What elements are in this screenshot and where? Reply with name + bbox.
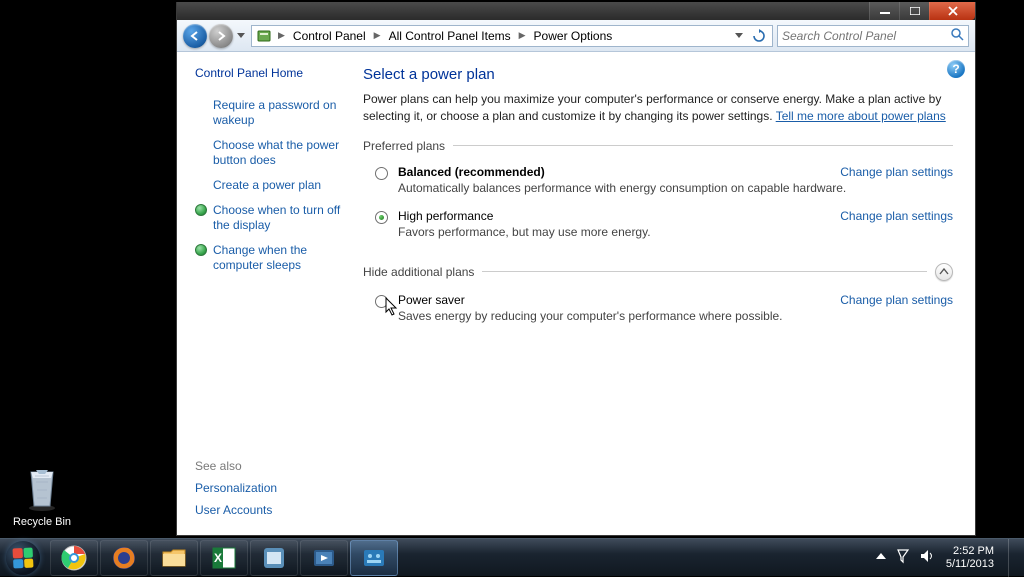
clock-time: 2:52 PM [946,545,994,558]
plan-high-performance: High performance Change plan settings Fa… [363,205,953,249]
show-desktop-button[interactable] [1008,539,1020,577]
sidebar-link-create-plan[interactable]: Create a power plan [195,178,345,193]
address-dropdown[interactable] [730,27,748,45]
volume-icon[interactable] [920,549,936,566]
plan-power-saver: Power saver Change plan settings Saves e… [363,289,953,333]
shield-icon [195,204,207,216]
taskbar-chrome[interactable] [50,540,98,576]
breadcrumb-all-items[interactable]: All Control Panel Items [387,29,513,43]
taskbar: X 2:52 PM 5/11/2013 [0,538,1024,576]
main-panel: ? Select a power plan Power plans can he… [353,52,975,535]
taskbar-media-player[interactable] [300,540,348,576]
additional-plans-header: Hide additional plans [363,263,953,281]
control-panel-window: ▶ Control Panel ▶ All Control Panel Item… [176,2,976,536]
maximize-button[interactable] [899,2,929,20]
windows-logo-icon [12,547,33,568]
plan-high-performance-desc: Favors performance, but may use more ene… [398,225,953,239]
see-also-personalization[interactable]: Personalization [195,481,345,495]
tray-overflow-button[interactable] [876,552,886,564]
intro-text: Power plans can help you maximize your c… [363,91,953,125]
start-button[interactable] [0,539,46,577]
shield-icon [195,244,207,256]
sidebar-link-computer-sleeps[interactable]: Change when the computer sleeps [195,243,345,273]
preferred-plans-header: Preferred plans [363,139,953,153]
app-icon [260,544,288,572]
plan-balanced-desc: Automatically balances performance with … [398,181,953,195]
plan-power-saver-radio[interactable] [375,295,388,308]
nav-history-dropdown[interactable] [235,24,247,48]
system-tray: 2:52 PM 5/11/2013 [876,539,1024,577]
folder-icon [160,544,188,572]
chrome-icon [60,544,88,572]
clock[interactable]: 2:52 PM 5/11/2013 [946,545,998,570]
sidebar-link-power-button[interactable]: Choose what the power button does [195,138,345,168]
recycle-bin-icon[interactable]: Recycle Bin [12,462,72,528]
navbar: ▶ Control Panel ▶ All Control Panel Item… [177,20,975,52]
titlebar[interactable] [177,2,975,20]
recycle-bin-label: Recycle Bin [12,516,72,528]
back-button[interactable] [183,24,207,48]
taskbar-explorer[interactable] [150,540,198,576]
search-icon[interactable] [950,27,964,44]
control-panel-icon [256,28,272,44]
media-icon [310,544,338,572]
plan-balanced: Balanced (recommended) Change plan setti… [363,161,953,205]
refresh-button[interactable] [750,27,768,45]
action-center-icon[interactable] [896,548,910,567]
excel-icon: X [210,544,238,572]
tell-me-more-link[interactable]: Tell me more about power plans [776,109,946,123]
minimize-button[interactable] [869,2,899,20]
plan-power-saver-name: Power saver [398,293,465,307]
svg-text:X: X [214,551,222,565]
chevron-right-icon[interactable]: ▶ [515,30,530,41]
collapse-additional-button[interactable] [935,263,953,281]
forward-button[interactable] [209,24,233,48]
chevron-right-icon[interactable]: ▶ [274,30,289,41]
change-plan-settings-link[interactable]: Change plan settings [840,293,953,307]
close-button[interactable] [929,2,975,20]
see-also-user-accounts[interactable]: User Accounts [195,503,345,517]
search-input[interactable] [782,29,950,43]
plan-high-performance-name: High performance [398,209,493,223]
taskbar-control-panel[interactable] [350,540,398,576]
breadcrumb-control-panel[interactable]: Control Panel [291,29,368,43]
firefox-icon [110,544,138,572]
taskbar-firefox[interactable] [100,540,148,576]
plan-power-saver-desc: Saves energy by reducing your computer's… [398,309,953,323]
clock-date: 5/11/2013 [946,558,994,571]
plan-balanced-name: Balanced (recommended) [398,165,545,179]
search-box[interactable] [777,25,969,47]
change-plan-settings-link[interactable]: Change plan settings [840,209,953,223]
control-panel-task-icon [360,544,388,572]
plan-balanced-radio[interactable] [375,167,388,180]
page-title: Select a power plan [363,66,953,83]
taskbar-app-a[interactable] [250,540,298,576]
help-icon[interactable]: ? [947,60,965,78]
sidebar-link-password-wakeup[interactable]: Require a password on wakeup [195,98,345,128]
chevron-right-icon[interactable]: ▶ [370,30,385,41]
breadcrumb-power-options[interactable]: Power Options [532,29,615,43]
see-also-label: See also [195,443,345,473]
control-panel-home-link[interactable]: Control Panel Home [195,66,345,80]
plan-high-performance-radio[interactable] [375,211,388,224]
sidebar: Control Panel Home Require a password on… [177,52,353,535]
address-bar[interactable]: ▶ Control Panel ▶ All Control Panel Item… [251,25,773,47]
taskbar-excel[interactable]: X [200,540,248,576]
change-plan-settings-link[interactable]: Change plan settings [840,165,953,179]
sidebar-link-turn-off-display[interactable]: Choose when to turn off the display [195,203,345,233]
